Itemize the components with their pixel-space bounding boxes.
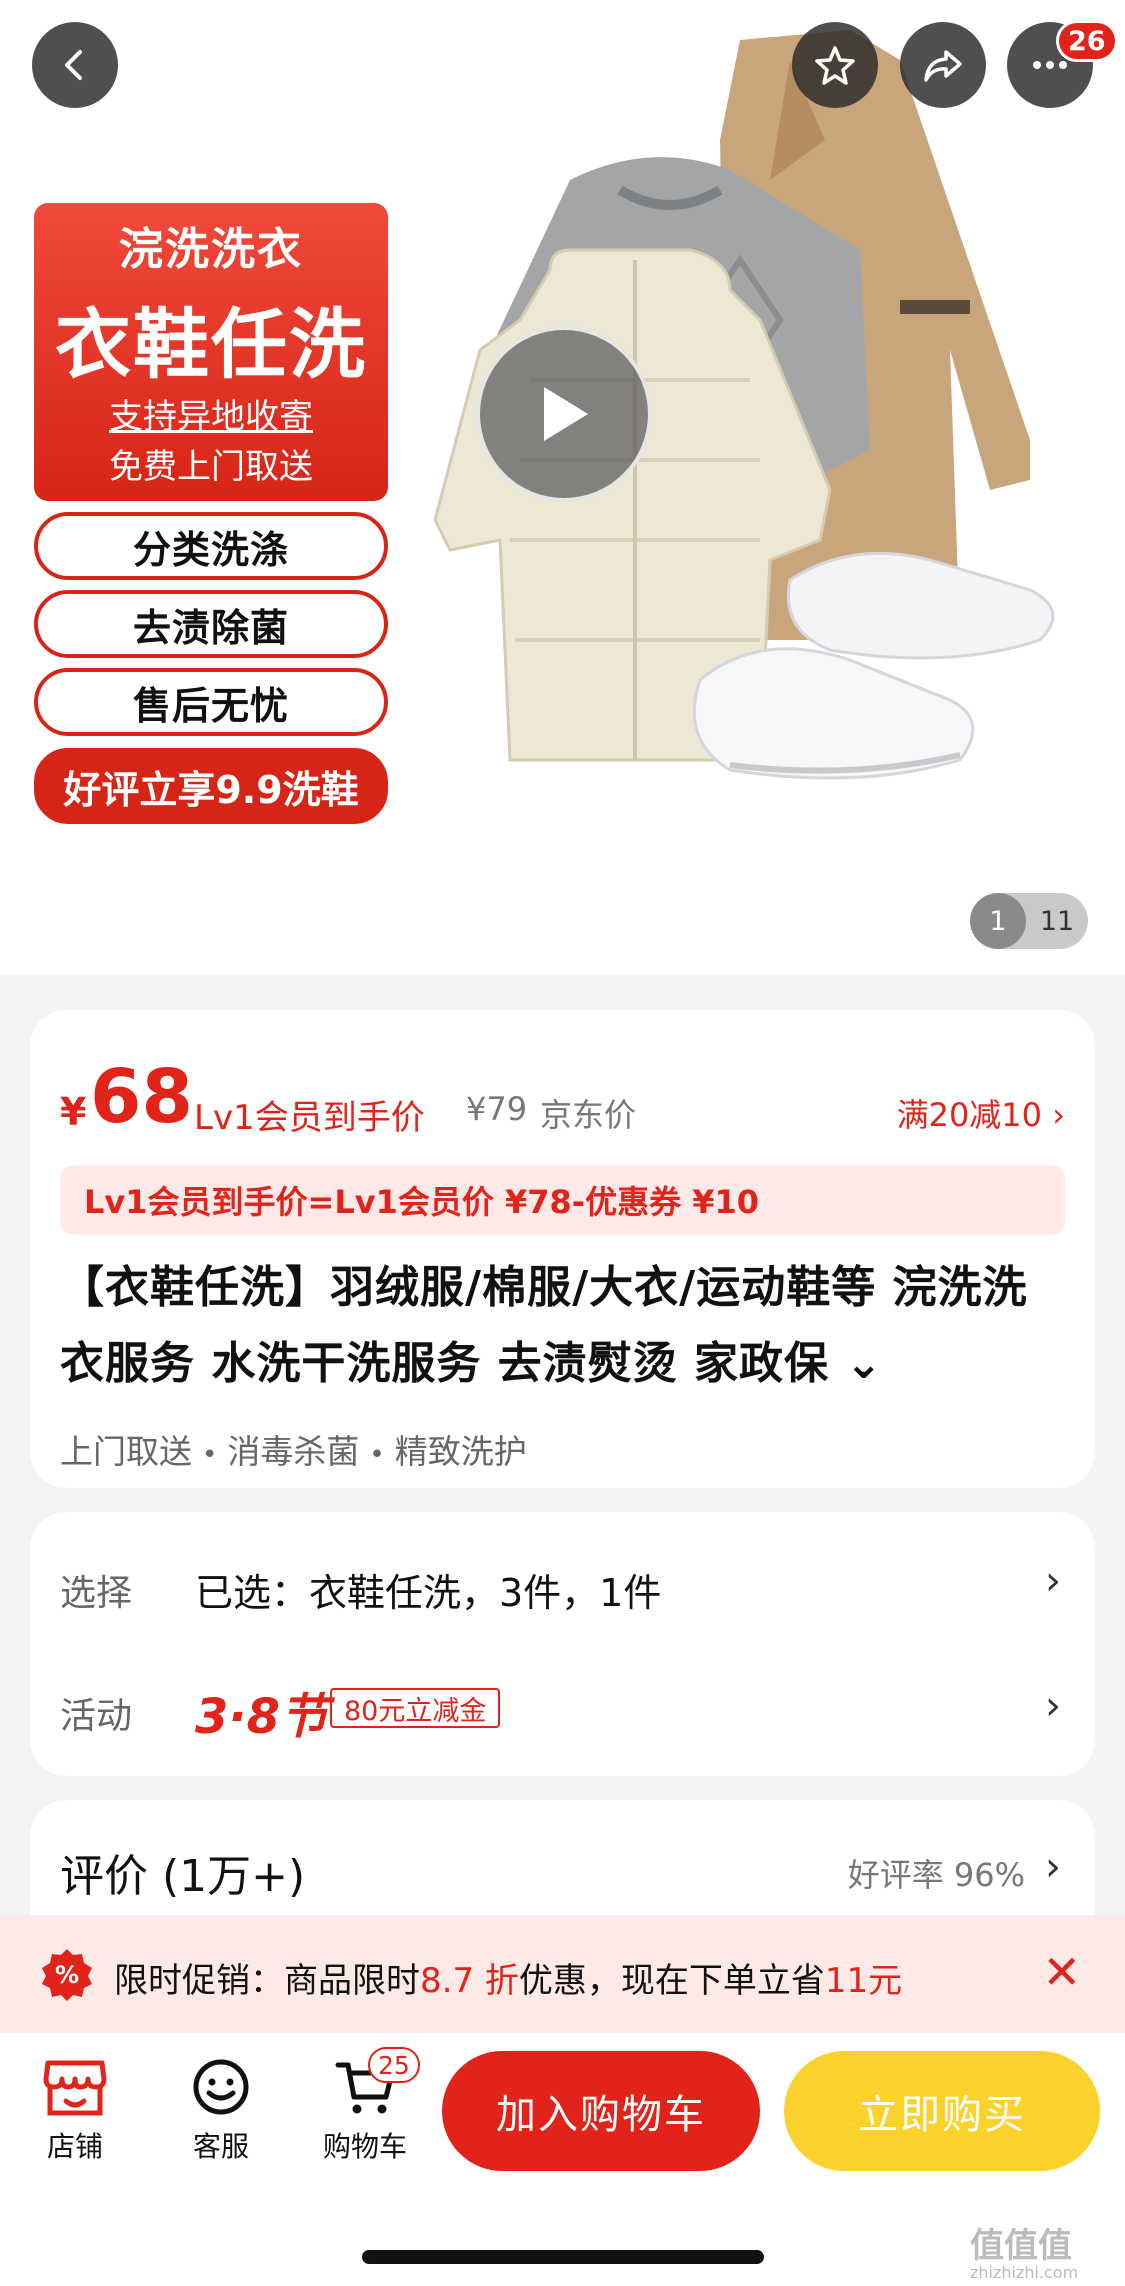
price-value: 68: [90, 1054, 193, 1140]
bottom-action-bar: 店铺 客服 购物车 25 加入购物车 立即购买: [0, 2033, 1125, 2286]
service-tags: 上门取送 • 消毒杀菌 • 精致洗护: [60, 1432, 527, 1471]
share-button[interactable]: [900, 22, 986, 108]
jd-price-label: 京东价: [540, 1096, 637, 1134]
message-badge: 26: [1056, 20, 1118, 62]
review-title: 评价 (1万+): [60, 1851, 306, 1902]
percent-tag-icon: %: [42, 1949, 92, 2001]
store-label: 店铺: [46, 2130, 103, 2163]
toast-save: 11元: [824, 1961, 903, 2001]
svg-text:%: %: [55, 1961, 79, 1989]
service-tab[interactable]: 客服: [166, 2057, 276, 2165]
review-rate: 好评率 96%: [847, 1856, 1025, 1894]
service-tag: 上门取送: [60, 1432, 192, 1471]
activity-row[interactable]: 活动 ›: [30, 1637, 1095, 1776]
service-tag: 精致洗护: [394, 1432, 527, 1471]
home-indicator[interactable]: [362, 2250, 764, 2264]
activity-coupon-badge: 80元立减金: [330, 1688, 501, 1728]
promo-line-2: 免费上门取送: [109, 447, 313, 487]
chevron-right-icon: ›: [1045, 1844, 1061, 1890]
full-reduction-link[interactable]: 满20减10 ›: [897, 1090, 1065, 1136]
toast-prefix: 限时促销：商品限时: [114, 1961, 420, 2001]
toast-message: 限时促销：商品限时8.7 折优惠，现在下单立省11元: [114, 1953, 902, 2002]
customer-service-icon: [193, 2059, 249, 2115]
watermark-text: 值值值: [970, 2226, 1072, 2266]
price-formula: Lv1会员到手价=Lv1会员价 ¥78-优惠券 ¥10: [60, 1165, 1065, 1235]
watermark: 值值值 zhizhizhi.com: [970, 2218, 1078, 2282]
promo-bottom-pill: 好评立享9.9洗鞋: [34, 748, 388, 824]
page-total: 11: [1039, 905, 1075, 937]
jd-old-price: ¥79: [466, 1090, 528, 1128]
promo-panel: 浣洗洗衣 衣鞋任洗 支持异地收寄 免费上门取送: [34, 203, 388, 501]
star-icon: [815, 46, 855, 85]
promo-pill: 分类洗涤: [34, 512, 388, 580]
chevron-right-icon: ›: [1045, 1558, 1061, 1604]
select-row[interactable]: 选择 已选：衣鞋任洗，3件，1件 ›: [30, 1512, 1095, 1637]
close-icon[interactable]: ✕: [1042, 1949, 1081, 1995]
member-price-label: Lv1会员到手价: [194, 1098, 425, 1138]
product-title[interactable]: 【衣鞋任洗】羽绒服/棉服/大衣/运动鞋等 浣洗洗衣服务 水洗干洗服务 去渍熨烫 …: [60, 1250, 1070, 1402]
options-card: 选择 已选：衣鞋任洗，3件，1件 › 活动 › 3·8节 80元立减金: [30, 1512, 1095, 1776]
price-currency: ¥: [60, 1090, 87, 1134]
image-page-indicator: 1 11: [970, 893, 1088, 949]
select-label: 选择: [60, 1573, 133, 1614]
watermark-site: zhizhizhi.com: [970, 2263, 1079, 2282]
service-label: 客服: [192, 2130, 249, 2163]
cart-label: 购物车: [322, 2130, 407, 2163]
share-icon: [924, 50, 962, 82]
promo-top-text: 浣洗洗衣: [119, 224, 303, 275]
promo-pill: 去渍除菌: [34, 590, 388, 658]
store-tab[interactable]: 店铺: [20, 2057, 130, 2165]
cart-count-badge: 25: [368, 2047, 420, 2083]
promo-main-text: 衣鞋任洗: [55, 300, 367, 389]
play-icon: [544, 387, 588, 441]
promo-pill: 售后无忧: [34, 668, 388, 736]
chevron-right-icon: ›: [1045, 1683, 1061, 1729]
toast-discount: 8.7 折: [420, 1961, 519, 2001]
promo-line-1: 支持异地收寄: [109, 397, 313, 437]
store-icon: [43, 2060, 107, 2116]
activity-label: 活动: [60, 1696, 133, 1737]
favorite-button[interactable]: [792, 22, 878, 108]
play-video-button[interactable]: [476, 326, 652, 502]
service-tag: 消毒杀菌: [227, 1432, 360, 1471]
promo-toast[interactable]: % 限时促销：商品限时8.7 折优惠，现在下单立省11元 ✕: [0, 1915, 1125, 2033]
price-card: ¥ 68 Lv1会员到手价 ¥79 京东价 满20减10 › Lv1会员到手价=…: [30, 1010, 1095, 1488]
buy-now-button[interactable]: 立即购买: [784, 2051, 1100, 2171]
activity-event-tag: 3·8节: [195, 1689, 329, 1745]
toast-mid: 优惠，现在下单立省: [518, 1961, 825, 2001]
product-image-gallery[interactable]: 26 浣洗洗衣 衣鞋任洗 支持异地收寄 免费上门取送 分类洗涤 去渍除菌 售后无…: [0, 0, 1125, 975]
chevron-left-icon: [65, 50, 82, 80]
add-to-cart-button[interactable]: 加入购物车: [442, 2051, 760, 2171]
page-current: 1: [970, 893, 1026, 949]
select-value: 已选：衣鞋任洗，3件，1件: [195, 1571, 662, 1615]
back-button[interactable]: [32, 22, 118, 108]
